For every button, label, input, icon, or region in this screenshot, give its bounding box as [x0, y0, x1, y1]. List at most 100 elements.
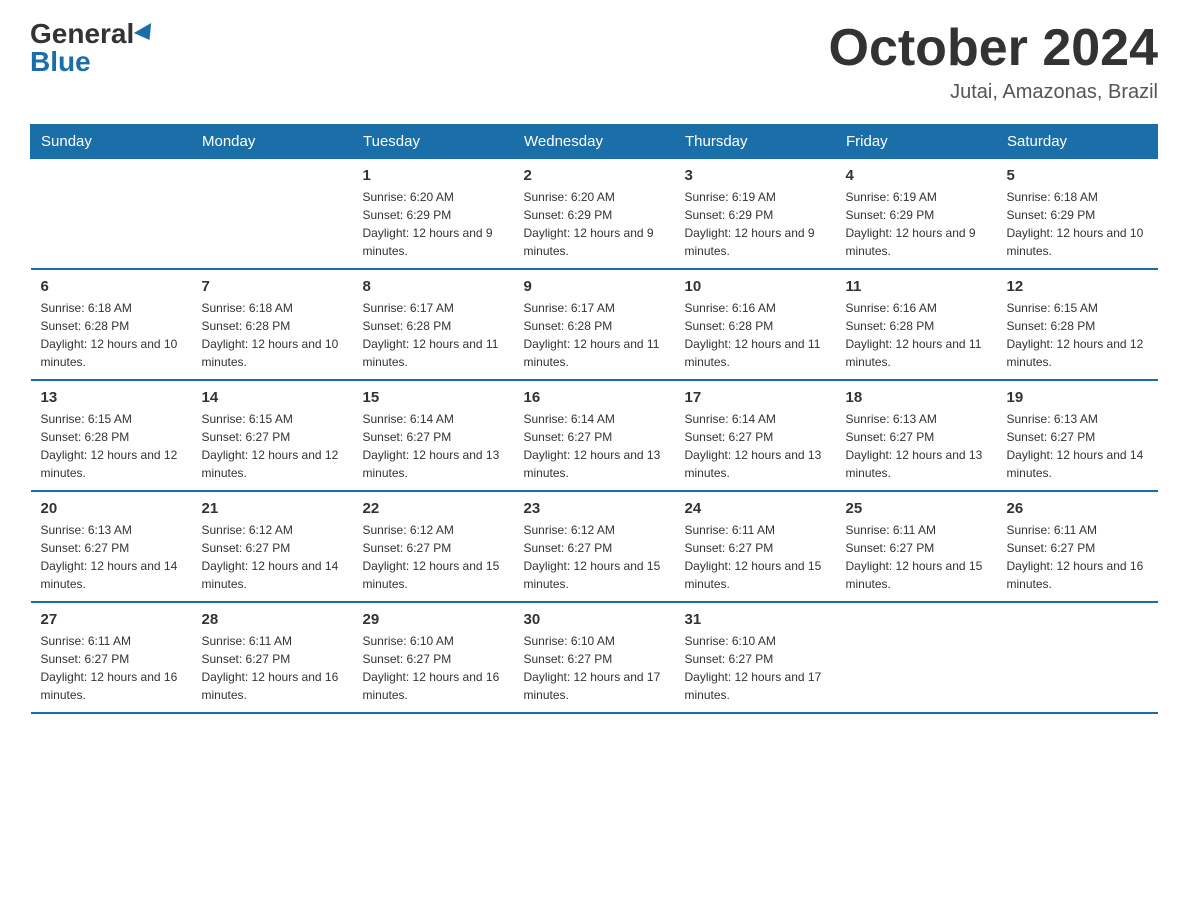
day-number: 4 — [846, 167, 987, 184]
cell-week1-day0 — [31, 159, 192, 270]
month-title: October 2024 — [829, 20, 1159, 77]
cell-week4-day1: 21Sunrise: 6:12 AMSunset: 6:27 PMDayligh… — [192, 491, 353, 602]
day-number: 29 — [363, 611, 504, 628]
day-number: 19 — [1007, 389, 1148, 406]
cell-week1-day4: 3 Sunrise: 6:19 AMSunset: 6:29 PMDaylight… — [675, 159, 836, 270]
calendar-table: SundayMondayTuesdayWednesdayThursdayFrid… — [30, 124, 1158, 714]
cell-week3-day1: 14Sunrise: 6:15 AMSunset: 6:27 PMDayligh… — [192, 380, 353, 491]
day-number: 7 — [202, 278, 343, 295]
day-info: Sunrise: 6:11 AMSunset: 6:27 PMDaylight:… — [202, 632, 343, 704]
cell-week1-day2: 1 Sunrise: 6:20 AMSunset: 6:29 PMDaylight… — [353, 159, 514, 270]
day-number: 11 — [846, 278, 987, 295]
day-info: Sunrise: 6:10 AMSunset: 6:27 PMDaylight:… — [685, 632, 826, 704]
day-number: 9 — [524, 278, 665, 295]
cell-week4-day3: 23 Sunrise: 6:12 AMSunset: 6:27 PMDayligh… — [514, 491, 675, 602]
cell-week5-day0: 27 Sunrise: 6:11 AMSunset: 6:27 PMDayligh… — [31, 602, 192, 713]
day-number: 6 — [41, 278, 182, 295]
cell-week3-day0: 13 Sunrise: 6:15 AMSunset: 6:28 PMDayligh… — [31, 380, 192, 491]
day-info: Sunrise: 6:11 AMSunset: 6:27 PMDaylight:… — [41, 632, 182, 704]
cell-week1-day1 — [192, 159, 353, 270]
day-number: 16 — [524, 389, 665, 406]
day-info: Sunrise: 6:15 AMSunset: 6:28 PMDaylight:… — [41, 410, 182, 482]
day-info: Sunrise: 6:19 AMSunset: 6:29 PMDaylight:… — [846, 188, 987, 260]
logo-triangle-icon — [134, 23, 158, 45]
cell-week3-day4: 17Sunrise: 6:14 AMSunset: 6:27 PMDayligh… — [675, 380, 836, 491]
cell-week1-day5: 4 Sunrise: 6:19 AMSunset: 6:29 PMDaylight… — [836, 159, 997, 270]
day-number: 3 — [685, 167, 826, 184]
day-number: 5 — [1007, 167, 1148, 184]
day-number: 18 — [846, 389, 987, 406]
day-info: Sunrise: 6:11 AMSunset: 6:27 PMDaylight:… — [1007, 521, 1148, 593]
day-number: 13 — [41, 389, 182, 406]
week-row-3: 13 Sunrise: 6:15 AMSunset: 6:28 PMDayligh… — [31, 380, 1158, 491]
cell-week3-day6: 19Sunrise: 6:13 AMSunset: 6:27 PMDayligh… — [997, 380, 1158, 491]
cell-week5-day6 — [997, 602, 1158, 713]
day-info: Sunrise: 6:12 AMSunset: 6:27 PMDaylight:… — [524, 521, 665, 593]
day-info: Sunrise: 6:18 AMSunset: 6:28 PMDaylight:… — [202, 299, 343, 371]
day-number: 31 — [685, 611, 826, 628]
cell-week5-day1: 28 Sunrise: 6:11 AMSunset: 6:27 PMDayligh… — [192, 602, 353, 713]
cell-week3-day3: 16 Sunrise: 6:14 AMSunset: 6:27 PMDayligh… — [514, 380, 675, 491]
cell-week4-day2: 22Sunrise: 6:12 AMSunset: 6:27 PMDayligh… — [353, 491, 514, 602]
day-info: Sunrise: 6:18 AMSunset: 6:28 PMDaylight:… — [41, 299, 182, 371]
day-info: Sunrise: 6:15 AMSunset: 6:27 PMDaylight:… — [202, 410, 343, 482]
cell-week5-day2: 29 Sunrise: 6:10 AMSunset: 6:27 PMDayligh… — [353, 602, 514, 713]
cell-week1-day6: 5 Sunrise: 6:18 AMSunset: 6:29 PMDaylight… — [997, 159, 1158, 270]
day-info: Sunrise: 6:14 AMSunset: 6:27 PMDaylight:… — [524, 410, 665, 482]
cell-week4-day4: 24 Sunrise: 6:11 AMSunset: 6:27 PMDayligh… — [675, 491, 836, 602]
day-info: Sunrise: 6:19 AMSunset: 6:29 PMDaylight:… — [685, 188, 826, 260]
header-sunday: Sunday — [31, 125, 192, 159]
cell-week2-day5: 11 Sunrise: 6:16 AMSunset: 6:28 PMDayligh… — [836, 269, 997, 380]
cell-week5-day5 — [836, 602, 997, 713]
header-monday: Monday — [192, 125, 353, 159]
week-row-1: 1 Sunrise: 6:20 AMSunset: 6:29 PMDaylight… — [31, 159, 1158, 270]
cell-week2-day2: 8Sunrise: 6:17 AMSunset: 6:28 PMDaylight… — [353, 269, 514, 380]
week-row-5: 27 Sunrise: 6:11 AMSunset: 6:27 PMDayligh… — [31, 602, 1158, 713]
day-number: 15 — [363, 389, 504, 406]
day-info: Sunrise: 6:14 AMSunset: 6:27 PMDaylight:… — [685, 410, 826, 482]
day-number: 12 — [1007, 278, 1148, 295]
day-info: Sunrise: 6:10 AMSunset: 6:27 PMDaylight:… — [524, 632, 665, 704]
header-friday: Friday — [836, 125, 997, 159]
logo-blue-text: Blue — [30, 48, 91, 76]
cell-week3-day5: 18Sunrise: 6:13 AMSunset: 6:27 PMDayligh… — [836, 380, 997, 491]
day-number: 21 — [202, 500, 343, 517]
cell-week2-day1: 7 Sunrise: 6:18 AMSunset: 6:28 PMDaylight… — [192, 269, 353, 380]
cell-week4-day0: 20 Sunrise: 6:13 AMSunset: 6:27 PMDayligh… — [31, 491, 192, 602]
day-info: Sunrise: 6:13 AMSunset: 6:27 PMDaylight:… — [41, 521, 182, 593]
header-tuesday: Tuesday — [353, 125, 514, 159]
day-number: 23 — [524, 500, 665, 517]
day-info: Sunrise: 6:10 AMSunset: 6:27 PMDaylight:… — [363, 632, 504, 704]
day-info: Sunrise: 6:11 AMSunset: 6:27 PMDaylight:… — [685, 521, 826, 593]
cell-week5-day4: 31 Sunrise: 6:10 AMSunset: 6:27 PMDayligh… — [675, 602, 836, 713]
day-number: 2 — [524, 167, 665, 184]
day-number: 28 — [202, 611, 343, 628]
day-info: Sunrise: 6:18 AMSunset: 6:29 PMDaylight:… — [1007, 188, 1148, 260]
cell-week4-day5: 25 Sunrise: 6:11 AMSunset: 6:27 PMDayligh… — [836, 491, 997, 602]
day-number: 27 — [41, 611, 182, 628]
cell-week2-day4: 10Sunrise: 6:16 AMSunset: 6:28 PMDayligh… — [675, 269, 836, 380]
logo: General Blue — [30, 20, 156, 76]
day-number: 10 — [685, 278, 826, 295]
cell-week2-day6: 12Sunrise: 6:15 AMSunset: 6:28 PMDayligh… — [997, 269, 1158, 380]
day-number: 22 — [363, 500, 504, 517]
cell-week5-day3: 30 Sunrise: 6:10 AMSunset: 6:27 PMDayligh… — [514, 602, 675, 713]
day-number: 20 — [41, 500, 182, 517]
day-info: Sunrise: 6:20 AMSunset: 6:29 PMDaylight:… — [363, 188, 504, 260]
day-number: 25 — [846, 500, 987, 517]
day-info: Sunrise: 6:16 AMSunset: 6:28 PMDaylight:… — [846, 299, 987, 371]
day-number: 8 — [363, 278, 504, 295]
cell-week1-day3: 2Sunrise: 6:20 AMSunset: 6:29 PMDaylight… — [514, 159, 675, 270]
cell-week2-day3: 9Sunrise: 6:17 AMSunset: 6:28 PMDaylight… — [514, 269, 675, 380]
cell-week3-day2: 15 Sunrise: 6:14 AMSunset: 6:27 PMDayligh… — [353, 380, 514, 491]
day-number: 30 — [524, 611, 665, 628]
day-number: 1 — [363, 167, 504, 184]
header-thursday: Thursday — [675, 125, 836, 159]
day-number: 24 — [685, 500, 826, 517]
calendar-header-row: SundayMondayTuesdayWednesdayThursdayFrid… — [31, 125, 1158, 159]
cell-week2-day0: 6 Sunrise: 6:18 AMSunset: 6:28 PMDaylight… — [31, 269, 192, 380]
day-info: Sunrise: 6:11 AMSunset: 6:27 PMDaylight:… — [846, 521, 987, 593]
day-number: 26 — [1007, 500, 1148, 517]
day-info: Sunrise: 6:14 AMSunset: 6:27 PMDaylight:… — [363, 410, 504, 482]
title-block: October 2024 Jutai, Amazonas, Brazil — [829, 20, 1159, 104]
